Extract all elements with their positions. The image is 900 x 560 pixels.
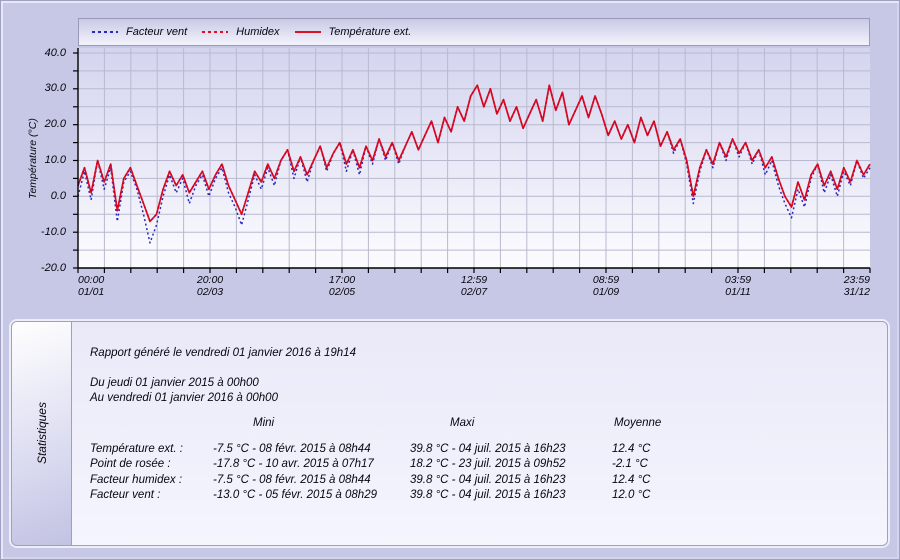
stat-cell-label: Température ext. : <box>90 442 213 458</box>
x-tick-label: 23:5931/12 <box>798 274 870 298</box>
period-from-line: Du jeudi 01 janvier 2015 à 00h00 <box>90 376 877 391</box>
x-axis-tick-labels: 00:0001/01 20:0002/03 17:0002/05 12:5902/07… <box>78 274 870 302</box>
y-tick-label: 40.0 <box>26 47 66 59</box>
legend-item-label: Facteur vent <box>126 26 187 38</box>
x-tick-label: 08:5901/09 <box>570 274 642 298</box>
x-tick-label: 03:5901/11 <box>702 274 774 298</box>
stat-cell-moyenne: 12.4 °C <box>612 473 722 489</box>
stat-cell-mini: -17.8 °C - 10 avr. 2015 à 07h17 <box>213 457 410 473</box>
x-tick-label: 20:0002/03 <box>174 274 246 298</box>
stat-cell-label: Point de rosée : <box>90 457 213 473</box>
stat-cell-label: Facteur humidex : <box>90 473 213 489</box>
solid-line-sample-icon <box>295 31 321 33</box>
statistics-table: Température ext. :-7.5 °C - 08 févr. 201… <box>90 442 877 504</box>
chart-svg[interactable] <box>78 48 870 269</box>
weather-report-window: Facteur vent Humidex Température ext. Temp… <box>0 0 900 560</box>
statistics-tab-label: Statistiques <box>35 402 49 464</box>
stat-cell-maxi: 39.8 °C - 04 juil. 2015 à 16h23 <box>410 488 612 504</box>
report-generated-line: Rapport généré le vendredi 01 janvier 20… <box>90 346 877 361</box>
y-tick-label: 10.0 <box>26 154 66 166</box>
stat-cell-moyenne: 12.0 °C <box>612 488 722 504</box>
statistics-panel: Statistiques Rapport généré le vendredi … <box>11 321 888 546</box>
temperature-chart-plot[interactable] <box>78 48 870 269</box>
stat-cell-maxi: 18.2 °C - 23 juil. 2015 à 09h52 <box>410 457 612 473</box>
legend-item-label: Température ext. <box>329 26 412 38</box>
column-header-mini: Mini <box>213 416 410 432</box>
y-axis-tick-labels: 40.030.020.010.00.0-10.0-20.0 <box>26 48 72 269</box>
dotted-line-sample-icon <box>92 31 118 33</box>
y-tick-label: -20.0 <box>26 262 66 274</box>
stat-cell-moyenne: 12.4 °C <box>612 442 722 458</box>
y-tick-label: 30.0 <box>26 82 66 94</box>
stat-cell-moyenne: -2.1 °C <box>612 457 722 473</box>
y-tick-label: 20.0 <box>26 118 66 130</box>
period-to-line: Au vendredi 01 janvier 2016 à 00h00 <box>90 391 877 406</box>
x-tick-label: 00:0001/01 <box>78 274 150 298</box>
statistics-tab[interactable]: Statistiques <box>12 322 72 545</box>
legend-item: Température ext. <box>295 26 412 38</box>
statistics-header-row: Mini Maxi Moyenne <box>90 416 877 432</box>
stat-cell-mini: -13.0 °C - 05 févr. 2015 à 08h29 <box>213 488 410 504</box>
x-tick-label: 12:5902/07 <box>438 274 510 298</box>
chart-legend: Facteur vent Humidex Température ext. <box>78 18 870 46</box>
stat-cell-maxi: 39.8 °C - 04 juil. 2015 à 16h23 <box>410 442 612 458</box>
stat-cell-mini: -7.5 °C - 08 févr. 2015 à 08h44 <box>213 473 410 489</box>
legend-item: Humidex <box>202 26 279 38</box>
y-tick-label: -10.0 <box>26 226 66 238</box>
y-tick-label: 0.0 <box>26 190 66 202</box>
column-header-maxi: Maxi <box>410 416 612 432</box>
column-header-moyenne: Moyenne <box>612 416 722 432</box>
dotted-line-sample-icon <box>202 31 228 33</box>
stat-cell-label: Facteur vent : <box>90 488 213 504</box>
x-tick-label: 17:0002/05 <box>306 274 378 298</box>
stat-cell-mini: -7.5 °C - 08 févr. 2015 à 08h44 <box>213 442 410 458</box>
stat-cell-maxi: 39.8 °C - 04 juil. 2015 à 16h23 <box>410 473 612 489</box>
statistics-content: Rapport généré le vendredi 01 janvier 20… <box>72 322 887 545</box>
legend-item-label: Humidex <box>236 26 279 38</box>
legend-item: Facteur vent <box>92 26 187 38</box>
